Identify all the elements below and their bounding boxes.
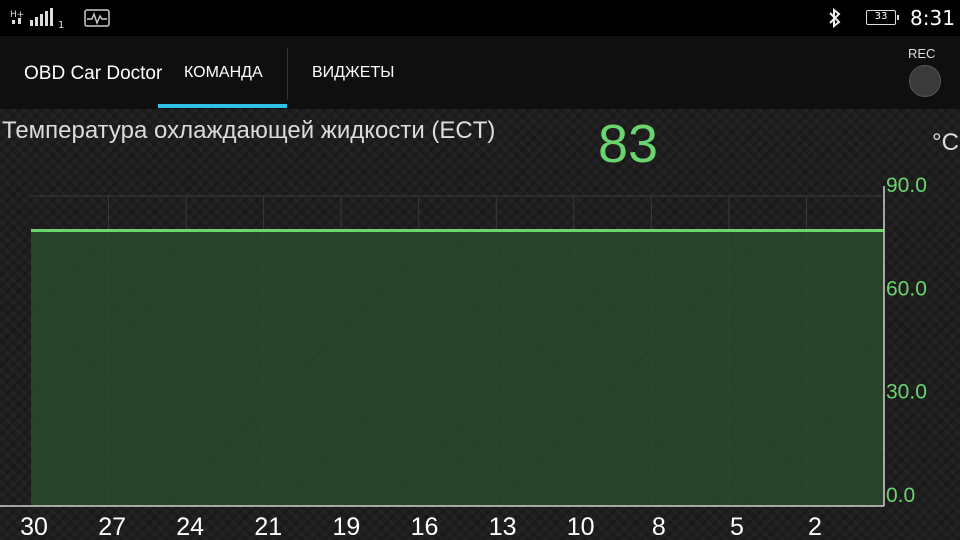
y-tick-label: 0.0 [886,484,915,507]
x-tick-label: 27 [98,513,126,540]
x-tick-label: 16 [411,513,439,540]
sim-slot-label: 1 [58,20,65,31]
x-tick-label: 19 [332,513,360,540]
status-time: 8:31 [910,6,955,30]
tab-widgets[interactable]: ВИДЖЕТЫ [312,64,394,82]
record-button[interactable] [909,65,941,97]
x-tick-label: 10 [567,513,595,540]
x-tick-label: 21 [254,513,282,540]
x-tick-label: 24 [176,513,204,540]
app-title: OBD Car Doctor [24,63,163,84]
x-tick-label: 8 [652,513,666,540]
app-bar: OBD Car Doctor КОМАНДА ВИДЖЕТЫ REC [0,36,960,109]
network-type: H+ [10,10,24,20]
y-tick-label: 90.0 [886,174,927,197]
tab-divider [287,48,288,100]
bluetooth-icon [828,7,842,32]
sensor-panel: Температура охлаждающей жидкости (ECT) 8… [0,109,960,540]
status-bar: H+ 1 33 8:31 [0,0,960,36]
car-diagnostic-icon [84,9,110,31]
x-tick-label: 2 [808,513,822,540]
y-tick-label: 30.0 [886,381,927,404]
signal-bars-icon: H+ [10,8,56,34]
rec-label: REC [908,46,936,61]
x-tick-label: 5 [730,513,744,540]
series-area [31,230,884,506]
x-tick-label: 30 [20,513,48,540]
x-tick-label: 13 [489,513,517,540]
battery-level: 33 [874,11,888,22]
temperature-chart: 90.0 60.0 30.0 0.0 30 27 24 21 19 16 13 10 8 5 2 [0,174,927,540]
tab-command[interactable]: КОМАНДА [184,64,263,82]
y-tick-label: 60.0 [886,277,927,300]
battery-icon: 33 [866,10,899,25]
tab-selected-indicator [158,104,287,108]
